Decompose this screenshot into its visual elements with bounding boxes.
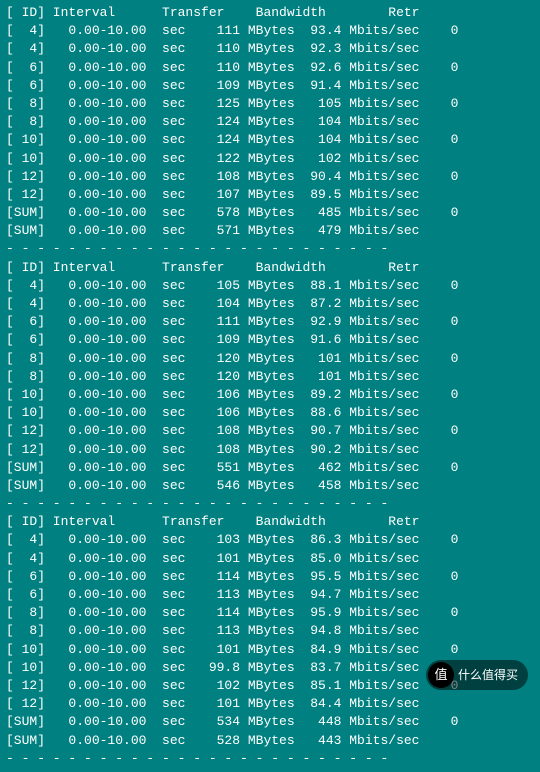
header-row: [ ID] Interval Transfer Bandwidth Retr bbox=[6, 4, 534, 22]
separator: - - - - - - - - - - - - - - - - - - - - … bbox=[6, 750, 534, 768]
data-row: [ 8] 0.00-10.00 sec 124 MBytes 104 Mbits… bbox=[6, 113, 534, 131]
watermark-text: 什么值得买 bbox=[458, 667, 518, 684]
watermark-badge: 值 什么值得买 bbox=[426, 660, 528, 690]
data-row: [ 12] 0.00-10.00 sec 108 MBytes 90.2 Mbi… bbox=[6, 441, 534, 459]
data-row: [ 4] 0.00-10.00 sec 104 MBytes 87.2 Mbit… bbox=[6, 295, 534, 313]
data-row: [ 6] 0.00-10.00 sec 113 MBytes 94.7 Mbit… bbox=[6, 586, 534, 604]
data-row: [ 8] 0.00-10.00 sec 114 MBytes 95.9 Mbit… bbox=[6, 604, 534, 622]
data-row: [SUM] 0.00-10.00 sec 546 MBytes 458 Mbit… bbox=[6, 477, 534, 495]
data-row: [ 10] 0.00-10.00 sec 124 MBytes 104 Mbit… bbox=[6, 131, 534, 149]
data-row: [ 4] 0.00-10.00 sec 103 MBytes 86.3 Mbit… bbox=[6, 531, 534, 549]
watermark-icon: 值 bbox=[428, 662, 454, 688]
terminal-output: [ ID] Interval Transfer Bandwidth Retr[ … bbox=[6, 4, 534, 768]
data-row: [ 4] 0.00-10.00 sec 111 MBytes 93.4 Mbit… bbox=[6, 22, 534, 40]
data-row: [ 6] 0.00-10.00 sec 109 MBytes 91.4 Mbit… bbox=[6, 77, 534, 95]
header-row: [ ID] Interval Transfer Bandwidth Retr bbox=[6, 259, 534, 277]
data-row: [ 8] 0.00-10.00 sec 120 MBytes 101 Mbits… bbox=[6, 368, 534, 386]
data-row: [SUM] 0.00-10.00 sec 551 MBytes 462 Mbit… bbox=[6, 459, 534, 477]
data-row: [SUM] 0.00-10.00 sec 534 MBytes 448 Mbit… bbox=[6, 713, 534, 731]
data-row: [SUM] 0.00-10.00 sec 571 MBytes 479 Mbit… bbox=[6, 222, 534, 240]
data-row: [ 12] 0.00-10.00 sec 108 MBytes 90.4 Mbi… bbox=[6, 168, 534, 186]
data-row: [ 8] 0.00-10.00 sec 113 MBytes 94.8 Mbit… bbox=[6, 622, 534, 640]
data-row: [ 6] 0.00-10.00 sec 110 MBytes 92.6 Mbit… bbox=[6, 59, 534, 77]
data-row: [ 6] 0.00-10.00 sec 114 MBytes 95.5 Mbit… bbox=[6, 568, 534, 586]
data-row: [ 4] 0.00-10.00 sec 105 MBytes 88.1 Mbit… bbox=[6, 277, 534, 295]
data-row: [ 8] 0.00-10.00 sec 120 MBytes 101 Mbits… bbox=[6, 350, 534, 368]
data-row: [ 10] 0.00-10.00 sec 106 MBytes 88.6 Mbi… bbox=[6, 404, 534, 422]
data-row: [ 8] 0.00-10.00 sec 125 MBytes 105 Mbits… bbox=[6, 95, 534, 113]
data-row: [ 12] 0.00-10.00 sec 101 MBytes 84.4 Mbi… bbox=[6, 695, 534, 713]
separator: - - - - - - - - - - - - - - - - - - - - … bbox=[6, 495, 534, 513]
data-row: [ 4] 0.00-10.00 sec 110 MBytes 92.3 Mbit… bbox=[6, 40, 534, 58]
data-row: [SUM] 0.00-10.00 sec 578 MBytes 485 Mbit… bbox=[6, 204, 534, 222]
data-row: [ 4] 0.00-10.00 sec 101 MBytes 85.0 Mbit… bbox=[6, 550, 534, 568]
data-row: [ 12] 0.00-10.00 sec 107 MBytes 89.5 Mbi… bbox=[6, 186, 534, 204]
data-row: [ 6] 0.00-10.00 sec 111 MBytes 92.9 Mbit… bbox=[6, 313, 534, 331]
data-row: [ 10] 0.00-10.00 sec 106 MBytes 89.2 Mbi… bbox=[6, 386, 534, 404]
separator: - - - - - - - - - - - - - - - - - - - - … bbox=[6, 240, 534, 258]
data-row: [ 10] 0.00-10.00 sec 101 MBytes 84.9 Mbi… bbox=[6, 641, 534, 659]
data-row: [ 12] 0.00-10.00 sec 108 MBytes 90.7 Mbi… bbox=[6, 422, 534, 440]
data-row: [ 10] 0.00-10.00 sec 122 MBytes 102 Mbit… bbox=[6, 150, 534, 168]
header-row: [ ID] Interval Transfer Bandwidth Retr bbox=[6, 513, 534, 531]
data-row: [ 6] 0.00-10.00 sec 109 MBytes 91.6 Mbit… bbox=[6, 331, 534, 349]
data-row: [SUM] 0.00-10.00 sec 528 MBytes 443 Mbit… bbox=[6, 732, 534, 750]
